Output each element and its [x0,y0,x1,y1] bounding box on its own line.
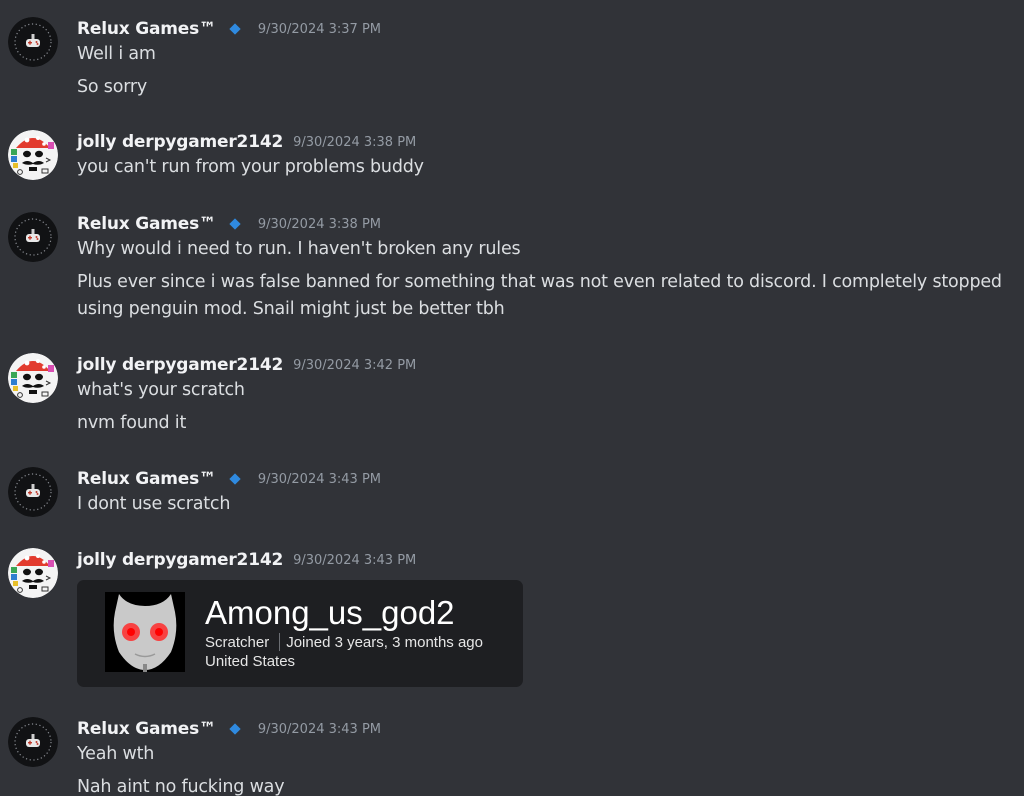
profile-picture-icon [105,592,185,672]
mushroom-face-avatar-icon [8,353,58,403]
message-header: Relux Games™ 9/30/2024 3:37 PM [77,17,381,41]
username[interactable]: Relux Games™ [77,719,216,739]
embed-location: United States [205,653,296,670]
message-header: Relux Games™ 9/30/2024 3:43 PM [77,467,381,491]
username[interactable]: jolly derpygamer2142 [77,550,283,570]
message-header: Relux Games™ 9/30/2024 3:43 PM [77,717,381,741]
embed-title: Among_us_god2 [205,594,455,631]
message-header: Relux Games™ 9/30/2024 3:38 PM [77,212,381,236]
message-header: jolly derpygamer2142 9/30/2024 3:43 PM [77,548,416,572]
message-text: I dont use scratch [77,494,231,514]
mushroom-face-avatar-icon [8,130,58,180]
message-header: jolly derpygamer2142 9/30/2024 3:38 PM [77,130,416,154]
username[interactable]: jolly derpygamer2142 [77,132,283,152]
avatar-relux[interactable] [8,717,58,767]
message-text: Plus ever since i was false banned for s… [77,272,1002,319]
diamond-badge-icon [229,723,241,735]
timestamp: 9/30/2024 3:38 PM [293,134,417,150]
scratch-profile-embed[interactable]: Among_us_god2 Scratcher Joined 3 years, … [77,580,523,687]
embed-joined: Joined 3 years, 3 months ago [286,633,483,651]
timestamp: 9/30/2024 3:43 PM [293,552,417,568]
username[interactable]: Relux Games™ [77,214,216,234]
message-text: Yeah wth [77,744,155,764]
avatar-jolly[interactable] [8,353,58,403]
gamepad-avatar-icon [8,17,58,67]
embed-separator [279,633,281,651]
message-text: what's your scratch [77,380,245,400]
timestamp: 9/30/2024 3:42 PM [293,357,417,373]
diamond-badge-icon [229,23,241,35]
message-text: Why would i need to run. I haven't broke… [77,239,521,259]
gamepad-avatar-icon [8,717,58,767]
username[interactable]: Relux Games™ [77,19,216,39]
avatar-relux[interactable] [8,212,58,262]
avatar-jolly[interactable] [8,130,58,180]
username[interactable]: Relux Games™ [77,469,216,489]
avatar-relux[interactable] [8,17,58,67]
embed-meta: Scratcher Joined 3 years, 3 months ago [205,633,483,651]
username[interactable]: jolly derpygamer2142 [77,355,283,375]
message-text: Nah aint no fucking way [77,777,285,796]
timestamp: 9/30/2024 3:38 PM [257,216,381,232]
timestamp: 9/30/2024 3:37 PM [257,21,381,37]
message-text: Well i am [77,44,156,64]
gamepad-avatar-icon [8,212,58,262]
diamond-badge-icon [229,218,241,230]
message-text: So sorry [77,77,148,97]
embed-role: Scratcher [205,633,270,651]
timestamp: 9/30/2024 3:43 PM [257,721,381,737]
diamond-badge-icon [229,473,241,485]
mushroom-face-avatar-icon [8,548,58,598]
chat-messages: Relux Games™ 9/30/2024 3:37 PM Well i am… [0,0,1024,796]
avatar-relux[interactable] [8,467,58,517]
message-text: nvm found it [77,413,187,433]
timestamp: 9/30/2024 3:43 PM [257,471,381,487]
avatar-jolly[interactable] [8,548,58,598]
gamepad-avatar-icon [8,467,58,517]
message-header: jolly derpygamer2142 9/30/2024 3:42 PM [77,353,416,377]
message-text: you can't run from your problems buddy [77,157,424,177]
